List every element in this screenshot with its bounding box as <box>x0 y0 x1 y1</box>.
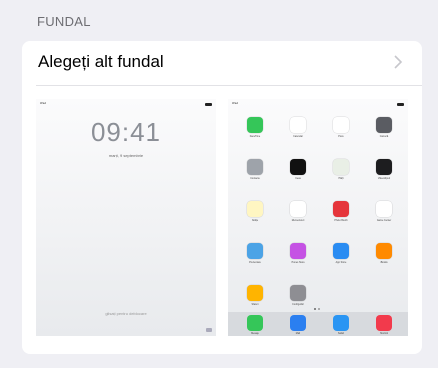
app-label: Prezentare <box>249 261 261 264</box>
tips-icon <box>247 285 263 301</box>
app-label: FaceTime <box>249 135 261 138</box>
photo-booth-icon <box>333 201 349 217</box>
app-label: Notițe <box>251 219 259 222</box>
maps-icon <box>333 159 349 175</box>
app-label: Photo Booth <box>334 219 348 222</box>
app-label: Configurări <box>292 303 304 306</box>
app-label: iTunes Store <box>291 261 305 264</box>
photos-icon <box>333 117 349 133</box>
ibooks-icon <box>376 243 392 259</box>
mail-icon <box>290 315 306 331</box>
reminders-icon <box>290 201 306 217</box>
music-icon <box>376 315 392 331</box>
choose-wallpaper-label: Alegeți alt fundal <box>38 52 164 71</box>
videos-icon <box>376 159 392 175</box>
newsstand-icon <box>247 243 263 259</box>
app-label: Hărți <box>338 177 344 180</box>
app-label: Ceas <box>295 177 301 180</box>
notes-icon <box>247 201 263 217</box>
dock-label: Mail <box>295 332 301 335</box>
home-screen-preview[interactable]: iPad Mesaje Mail Safari Muzică FaceTime Cale… <box>228 99 408 336</box>
app-label: Poze <box>338 135 344 138</box>
row-divider <box>36 85 422 86</box>
app-store-icon <box>333 243 349 259</box>
app-label: Cameră <box>379 135 389 138</box>
app-label: Game Center <box>376 219 392 222</box>
lock-battery-icon <box>205 103 212 106</box>
lock-date: marți, 9 septembrie <box>108 153 144 158</box>
app-label: Calendar <box>293 135 303 138</box>
clock-icon <box>290 159 306 175</box>
home-dock: Mesaje Mail Safari Muzică <box>228 312 408 336</box>
dock-label: Mesaje <box>251 332 259 335</box>
app-label: Videoclipuri <box>377 177 391 180</box>
messages-icon <box>247 315 263 331</box>
app-label: App Store <box>335 261 347 264</box>
lock-status-carrier: iPad <box>40 101 47 105</box>
camera-icon <box>376 117 392 133</box>
lock-screen-preview[interactable]: iPad 09:41 marți, 9 septembrie glisați p… <box>36 99 216 336</box>
page-dots <box>314 308 322 310</box>
chevron-right-icon <box>394 55 403 69</box>
app-label: iBooks <box>380 261 388 264</box>
home-battery-icon <box>397 103 404 106</box>
dock-label: Muzică <box>380 332 388 335</box>
game-center-icon <box>376 201 392 217</box>
lock-camera-icon <box>206 328 212 332</box>
safari-icon <box>333 315 349 331</box>
facetime-icon <box>247 117 263 133</box>
app-label: Mementouri <box>291 219 305 222</box>
slide-to-unlock-text: glisați pentru deblocare <box>105 311 147 316</box>
app-label: Contacte <box>250 177 260 180</box>
choose-wallpaper-row[interactable]: Alegeți alt fundal <box>22 41 422 85</box>
calendar-icon <box>290 117 306 133</box>
dock-label: Safari <box>337 332 345 335</box>
settings-icon <box>290 285 306 301</box>
lock-clock: 09:41 <box>90 117 162 147</box>
app-label: Sfaturi <box>251 303 259 306</box>
contacts-icon <box>247 159 263 175</box>
itunes-store-icon <box>290 243 306 259</box>
home-status-carrier: iPad <box>232 101 239 105</box>
section-title: FUNDAL <box>37 14 91 29</box>
